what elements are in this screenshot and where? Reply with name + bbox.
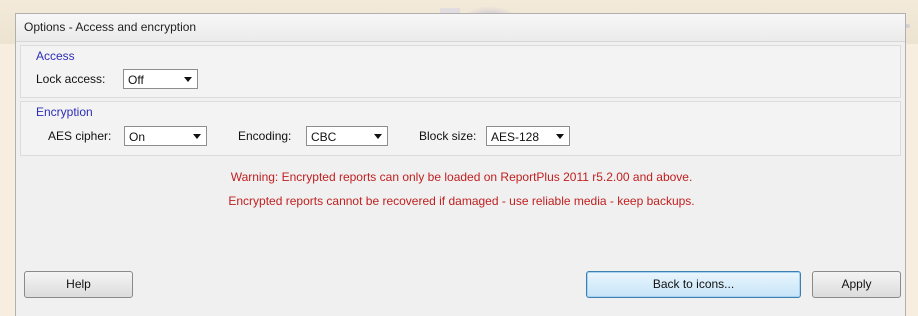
aes-cipher-select[interactable]: On — [124, 126, 207, 146]
access-group-label: Access — [36, 49, 75, 63]
chevron-down-icon — [184, 77, 192, 82]
window-title: Options - Access and encryption — [24, 20, 197, 34]
block-size-select[interactable]: AES-128 — [486, 126, 570, 146]
version-warning: Warning: Encrypted reports can only be l… — [230, 170, 693, 184]
chevron-down-icon — [193, 134, 201, 139]
encoding-value: CBC — [311, 130, 337, 144]
encoding-label: Encoding: — [238, 129, 292, 143]
lock-access-value: Off — [128, 73, 144, 87]
options-dialog: Options - Access and encryption Access L… — [15, 13, 906, 316]
chevron-down-icon — [556, 134, 564, 139]
block-size-value: AES-128 — [491, 130, 540, 144]
aes-cipher-value: On — [129, 130, 146, 144]
lock-access-label: Lock access: — [36, 72, 106, 86]
aes-cipher-label: AES cipher: — [48, 129, 112, 143]
encryption-group: Encryption AES cipher: On Encoding: CBC … — [20, 101, 901, 156]
back-to-icons-button[interactable]: Back to icons... — [586, 271, 801, 298]
recovery-warning: Encrypted reports cannot be recovered if… — [228, 194, 695, 208]
lock-access-select[interactable]: Off — [123, 69, 198, 89]
chevron-down-icon — [374, 134, 382, 139]
access-group: Access Lock access: Off — [20, 45, 901, 98]
title-bar[interactable]: Options - Access and encryption — [16, 14, 905, 42]
block-size-label: Block size: — [419, 129, 477, 143]
apply-button[interactable]: Apply — [812, 271, 901, 298]
encoding-select[interactable]: CBC — [306, 126, 388, 146]
help-button[interactable]: Help — [24, 271, 133, 298]
encryption-group-label: Encryption — [36, 105, 93, 119]
